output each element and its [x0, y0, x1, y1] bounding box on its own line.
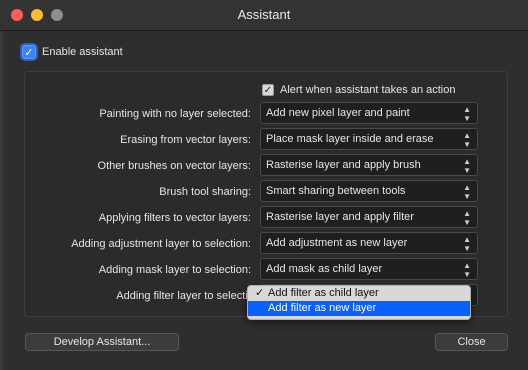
select-arrows-icon: ▲ ▼: [463, 235, 471, 253]
other-brushes-value: Rasterise layer and apply brush: [266, 159, 421, 171]
erasing-vector-select[interactable]: Place mask layer inside and erase ▲ ▼: [260, 128, 478, 150]
filter-layer-label: Adding filter layer to selection:: [116, 290, 263, 302]
enable-assistant-checkbox[interactable]: ✓: [22, 45, 36, 59]
select-arrows-icon: ▲ ▼: [463, 157, 471, 175]
dropdown-option-label: Add filter as new layer: [268, 302, 377, 314]
window-title: Assistant: [237, 7, 291, 22]
mask-layer-label: Adding mask layer to selection:: [98, 264, 251, 276]
filters-vector-value: Rasterise layer and apply filter: [266, 211, 414, 223]
select-arrows-icon: ▲ ▼: [463, 131, 471, 149]
adjustment-layer-select[interactable]: Add adjustment as new layer ▲ ▼: [260, 232, 478, 254]
select-arrows-icon: ▲ ▼: [463, 183, 471, 201]
dropdown-option-new-layer[interactable]: Add filter as new layer: [248, 301, 470, 316]
window-edge: [0, 31, 3, 370]
close-button[interactable]: Close: [435, 333, 508, 351]
filter-layer-dropdown-menu: ✓ Add filter as child layer Add filter a…: [247, 285, 471, 320]
other-brushes-label: Other brushes on vector layers:: [97, 160, 251, 172]
painting-no-layer-label: Painting with no layer selected:: [99, 108, 251, 120]
brush-sharing-select[interactable]: Smart sharing between tools ▲ ▼: [260, 180, 478, 202]
mask-layer-select[interactable]: Add mask as child layer ▲ ▼: [260, 258, 478, 280]
brush-sharing-label: Brush tool sharing:: [159, 186, 251, 198]
adjustment-layer-value: Add adjustment as new layer: [266, 237, 408, 249]
develop-assistant-button[interactable]: Develop Assistant...: [25, 333, 179, 351]
alert-label: Alert when assistant takes an action: [280, 84, 456, 96]
dropdown-option-label: Add filter as child layer: [268, 287, 379, 299]
mask-layer-value: Add mask as child layer: [266, 263, 383, 275]
enable-assistant-label: Enable assistant: [42, 46, 123, 58]
alert-checkbox[interactable]: ✓: [262, 84, 274, 96]
enable-assistant-row[interactable]: ✓ Enable assistant: [22, 44, 123, 60]
checkmark-icon: ✓: [255, 287, 265, 299]
title-bar: Assistant: [0, 0, 528, 31]
select-arrows-icon: ▲ ▼: [463, 261, 471, 279]
erasing-vector-value: Place mask layer inside and erase: [266, 133, 434, 145]
painting-no-layer-value: Add new pixel layer and paint: [266, 107, 410, 119]
select-arrows-icon: ▲ ▼: [463, 209, 471, 227]
brush-sharing-value: Smart sharing between tools: [266, 185, 406, 197]
erasing-vector-label: Erasing from vector layers:: [120, 134, 251, 146]
filters-vector-select[interactable]: Rasterise layer and apply filter ▲ ▼: [260, 206, 478, 228]
dropdown-option-child-layer[interactable]: ✓ Add filter as child layer: [248, 286, 470, 301]
other-brushes-select[interactable]: Rasterise layer and apply brush ▲ ▼: [260, 154, 478, 176]
painting-no-layer-select[interactable]: Add new pixel layer and paint ▲ ▼: [260, 102, 478, 124]
filters-vector-label: Applying filters to vector layers:: [98, 212, 251, 224]
select-arrows-icon: ▲ ▼: [463, 105, 471, 123]
adjustment-layer-label: Adding adjustment layer to selection:: [71, 238, 251, 250]
alert-row[interactable]: ✓ Alert when assistant takes an action: [262, 82, 455, 98]
